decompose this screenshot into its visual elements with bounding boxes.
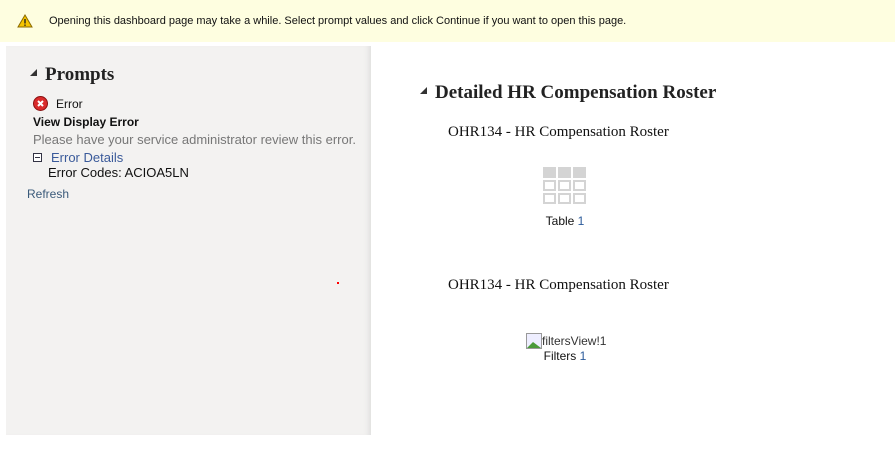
error-label: Error: [56, 96, 83, 111]
error-message: Please have your service administrator r…: [33, 132, 356, 147]
table-caption: Table 1: [505, 214, 625, 228]
red-dot: [337, 282, 339, 284]
collapse-triangle-icon[interactable]: [30, 69, 37, 76]
error-details-label[interactable]: Error Details: [51, 150, 123, 165]
table-label: Table: [545, 214, 575, 228]
filters-number: 1: [579, 349, 587, 363]
error-codes: Error Codes: ACIOA5LN: [48, 165, 189, 180]
error-heading: Error: [33, 96, 83, 111]
error-icon: [33, 96, 48, 111]
warning-banner: Opening this dashboard page may take a w…: [0, 0, 895, 42]
table-number: 1: [577, 214, 585, 228]
warning-icon: [17, 14, 33, 28]
banner-text: Opening this dashboard page may take a w…: [49, 15, 627, 27]
broken-image-icon: [526, 333, 542, 349]
table-icon: [543, 167, 586, 204]
filters-caption: Filters 1: [505, 349, 625, 363]
filters-label: Filters: [543, 349, 577, 363]
prompts-title[interactable]: Prompts: [30, 64, 114, 86]
prompts-panel: Prompts Error View Display Error Please …: [6, 46, 371, 435]
report-title-1: OHR134 - HR Compensation Roster: [448, 124, 669, 140]
section-title[interactable]: Detailed HR Compensation Roster: [420, 82, 716, 104]
error-details-toggle[interactable]: Error Details: [33, 150, 123, 165]
refresh-link[interactable]: Refresh: [27, 187, 69, 201]
section-title-text: Detailed HR Compensation Roster: [435, 82, 717, 103]
collapse-triangle-icon[interactable]: [420, 87, 427, 94]
collapse-icon[interactable]: [33, 153, 42, 162]
filters-alt-text: filtersView!1: [542, 334, 607, 348]
error-title: View Display Error: [33, 115, 139, 129]
prompts-title-text: Prompts: [45, 64, 115, 85]
report-title-2: OHR134 - HR Compensation Roster: [448, 277, 669, 293]
filters-view-image: filtersView!1: [526, 333, 606, 349]
